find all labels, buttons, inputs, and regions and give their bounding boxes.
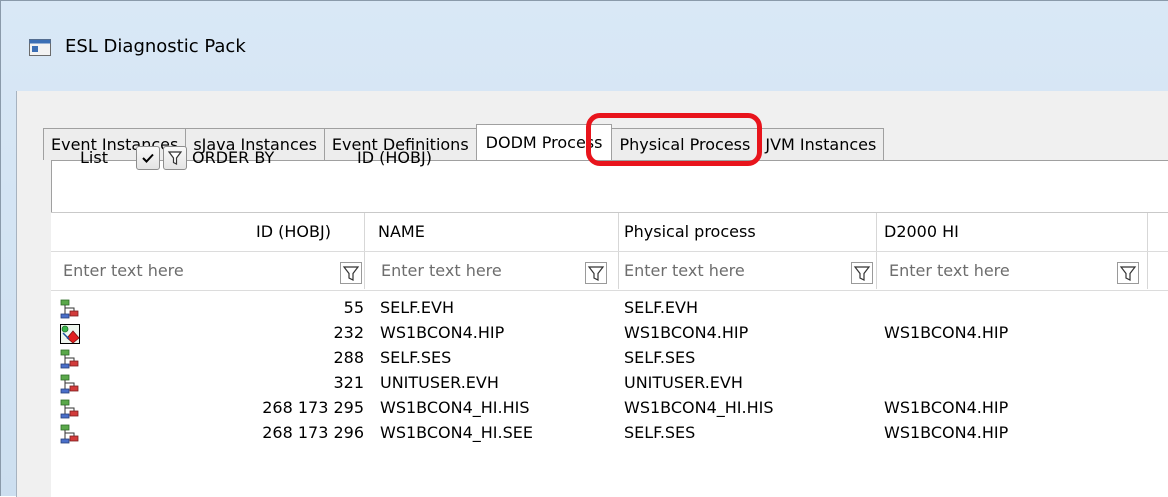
list-label: List: [80, 148, 108, 167]
order-by-field: ID (HOBJ): [357, 148, 432, 167]
filter-icon[interactable]: [1117, 262, 1139, 284]
cell-id: 288: [333, 348, 364, 367]
cell-name: WS1BCON4.HIP: [380, 323, 505, 342]
filter-icon[interactable]: [585, 262, 607, 284]
cell-d2000-hi: WS1BCON4.HIP: [884, 398, 1009, 417]
hierarchy-object-icon: [60, 349, 79, 369]
column-header-d2000-hi[interactable]: D2000 HI: [884, 213, 959, 251]
highlight-annotation: [586, 113, 762, 166]
tab-jvm-instances[interactable]: JVM Instances: [757, 128, 885, 160]
cell-id: 321: [333, 373, 364, 392]
check-icon: [142, 153, 154, 163]
filter-icon[interactable]: [340, 262, 362, 284]
column-header-id[interactable]: ID (HOBJ): [256, 213, 331, 251]
data-grid: ID (HOBJ) NAME Physical process D2000 HI…: [51, 212, 1168, 497]
table-row[interactable]: 268 173 295 WS1BCON4_HI.HIS WS1BCON4_HI.…: [51, 397, 1168, 421]
cell-name: SELF.EVH: [380, 298, 454, 317]
cell-name: SELF.SES: [380, 348, 452, 367]
checkbox-button[interactable]: [136, 146, 160, 170]
cell-physical-process: SELF.SES: [624, 348, 696, 367]
funnel-icon: [167, 151, 183, 165]
cell-id: 268 173 295: [262, 398, 364, 417]
filter-icon[interactable]: [851, 262, 873, 284]
filter-input-id[interactable]: Enter text here: [63, 260, 323, 282]
window-title: ESL Diagnostic Pack: [65, 36, 246, 57]
column-header-physical-process[interactable]: Physical process: [624, 213, 756, 251]
table-row[interactable]: 268 173 296 WS1BCON4_HI.SEE SELF.SES WS1…: [51, 422, 1168, 446]
filter-input-name[interactable]: Enter text here: [381, 260, 581, 282]
cell-name: WS1BCON4_HI.HIS: [380, 398, 530, 417]
app-window-icon: [29, 39, 51, 56]
filter-button[interactable]: [163, 146, 187, 170]
order-by-label: ORDER BY: [192, 148, 275, 167]
hierarchy-object-icon: [60, 424, 79, 444]
cell-d2000-hi: WS1BCON4.HIP: [884, 423, 1009, 442]
hierarchy-object-icon: [60, 399, 79, 419]
cell-physical-process: WS1BCON4_HI.HIS: [624, 398, 774, 417]
table-row[interactable]: 55 SELF.EVH SELF.EVH: [51, 297, 1168, 321]
filter-input-d2000-hi[interactable]: Enter text here: [889, 260, 1109, 282]
hierarchy-object-icon: [60, 374, 79, 394]
column-header-name[interactable]: NAME: [378, 213, 425, 251]
filter-input-physical-process[interactable]: Enter text here: [624, 260, 844, 282]
cell-physical-process: UNITUSER.EVH: [624, 373, 743, 392]
cell-id: 268 173 296: [262, 423, 364, 442]
hip-process-icon: [60, 324, 80, 344]
hierarchy-object-icon: [60, 299, 79, 319]
cell-id: 55: [343, 298, 364, 317]
filter-row: Enter text here Enter text here Enter te…: [51, 251, 1168, 291]
cell-name: WS1BCON4_HI.SEE: [380, 423, 533, 442]
cell-name: UNITUSER.EVH: [380, 373, 499, 392]
table-row[interactable]: 288 SELF.SES SELF.SES: [51, 347, 1168, 371]
cell-d2000-hi: WS1BCON4.HIP: [884, 323, 1009, 342]
cell-physical-process: SELF.EVH: [624, 298, 698, 317]
cell-physical-process: SELF.SES: [624, 423, 696, 442]
title-bar[interactable]: ESL Diagnostic Pack: [1, 1, 1168, 91]
table-row[interactable]: 321 UNITUSER.EVH UNITUSER.EVH: [51, 372, 1168, 396]
cell-physical-process: WS1BCON4.HIP: [624, 323, 749, 342]
table-row[interactable]: 232 WS1BCON4.HIP WS1BCON4.HIP WS1BCON4.H…: [51, 322, 1168, 346]
cell-id: 232: [333, 323, 364, 342]
